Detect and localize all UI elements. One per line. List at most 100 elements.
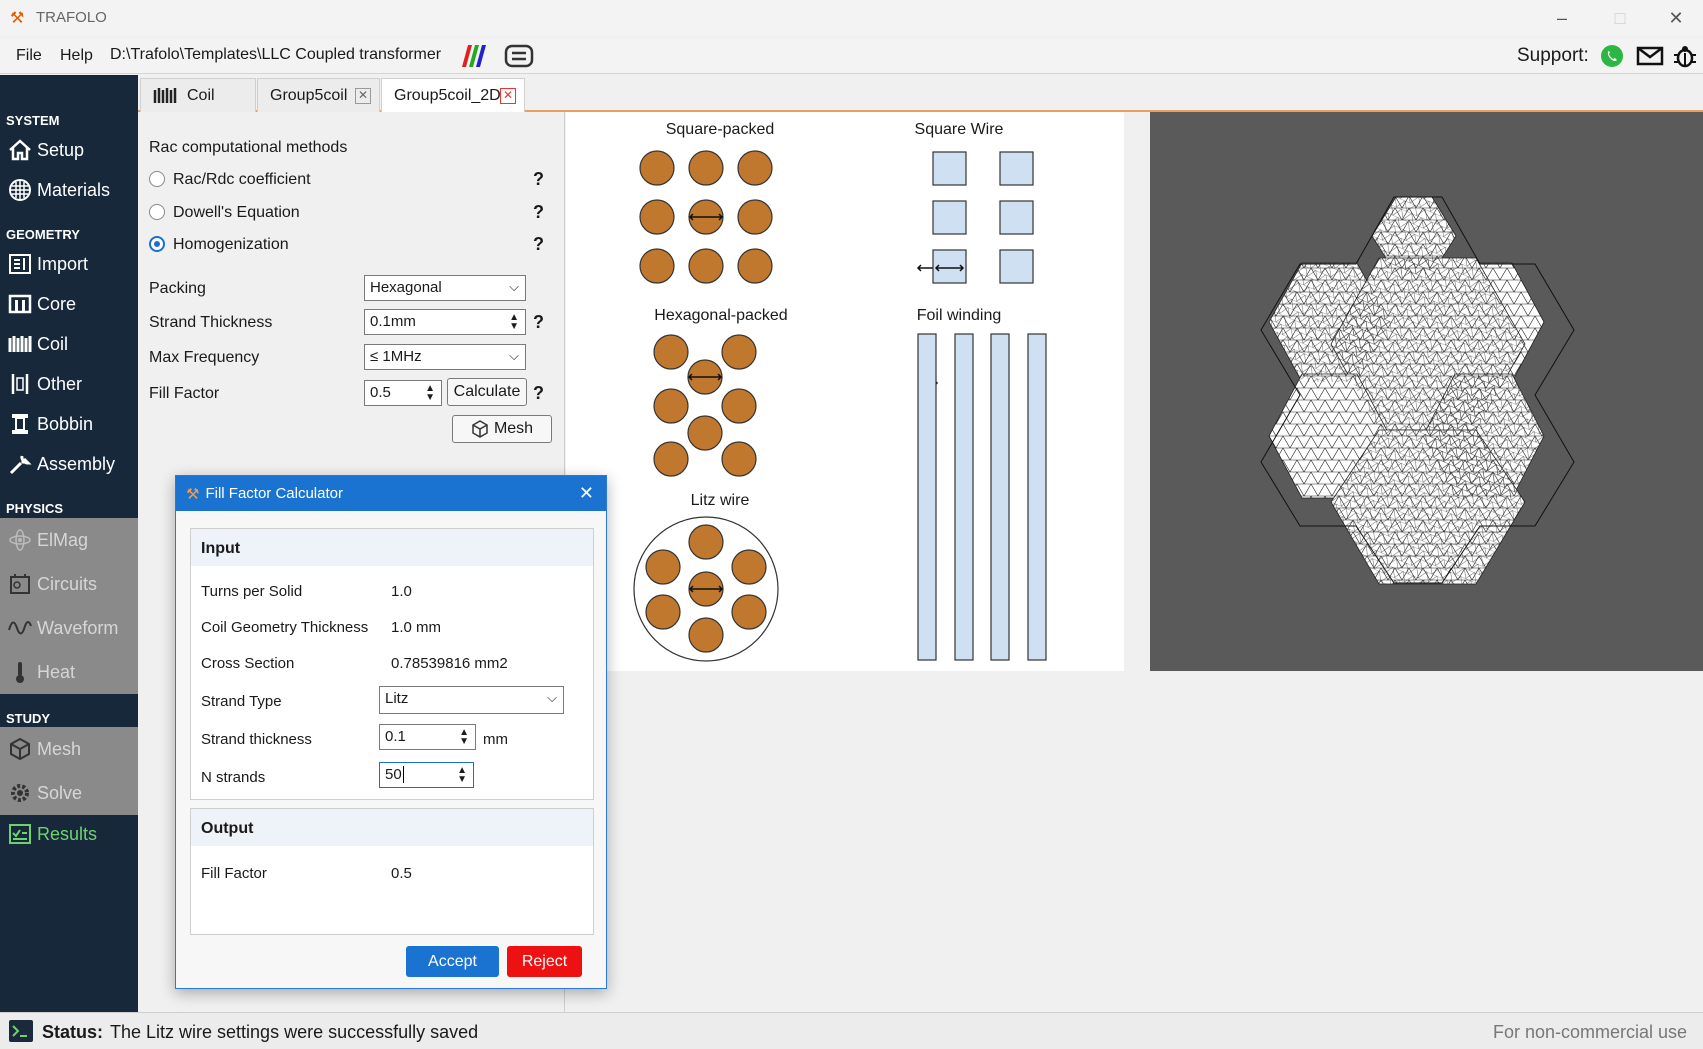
mesh-preview — [1150, 112, 1703, 671]
bug-icon[interactable] — [1672, 43, 1698, 69]
rgb-stripes-icon[interactable] — [458, 43, 490, 69]
section-geometry: GEOMETRY — [6, 227, 80, 242]
max-frequency-select[interactable]: ≤ 1MHz ⌵ — [364, 344, 526, 370]
title-bar: ⚒ TRAFOLO – □ ✕ — [0, 0, 1703, 36]
sidebar-label: Results — [37, 823, 98, 844]
sidebar-label: Other — [37, 373, 83, 394]
close-tab-icon[interactable]: ✕ — [500, 88, 516, 104]
tab-coil[interactable]: Coil — [140, 78, 256, 112]
sidebar-item-results[interactable]: Results — [0, 815, 138, 853]
tab-bar: Coil Group5coil ✕ Group5coil_2D ✕ — [138, 75, 1703, 112]
accept-button[interactable]: Accept — [406, 946, 499, 977]
sidebar-item-other[interactable]: Other — [0, 364, 138, 404]
spin-value: 50 — [385, 766, 402, 783]
help-icon[interactable]: ? — [533, 202, 544, 223]
minimize-button[interactable]: – — [1542, 4, 1582, 32]
sidebar-label: ElMag — [37, 529, 89, 550]
support-label: Support: — [1517, 45, 1589, 66]
sidebar-item-waveform[interactable]: Waveform — [0, 606, 138, 650]
sidebar-label: Coil — [37, 333, 69, 354]
results-icon — [7, 821, 33, 847]
bobbin-icon — [7, 411, 33, 437]
cube-icon — [472, 420, 488, 438]
fill-factor-label: Fill Factor — [149, 385, 220, 402]
close-window-button[interactable]: ✕ — [1656, 4, 1696, 32]
sidebar-label: Assembly — [37, 453, 116, 474]
sidebar-item-bobbin[interactable]: Bobbin — [0, 404, 138, 444]
calculate-button[interactable]: Calculate — [447, 378, 527, 406]
sidebar-label: Materials — [37, 179, 111, 200]
radio-homogenization[interactable] — [149, 236, 165, 252]
solver-logo-icon[interactable] — [504, 44, 534, 68]
spin-arrows-icon[interactable]: ▲ ▼ — [509, 313, 519, 332]
fill-factor-spinbox[interactable]: 0.5 ▲ ▼ — [364, 380, 442, 406]
rac-methods-title: Rac computational methods — [149, 139, 348, 156]
menu-bar: File Help D:\Trafolo\Templates\LLC Coupl… — [0, 38, 1703, 74]
section-system: SYSTEM — [6, 113, 60, 128]
radio-rac-coefficient[interactable] — [149, 171, 165, 187]
spin-arrows-icon[interactable]: ▲ ▼ — [457, 766, 467, 785]
turns-label: Turns per Solid — [201, 583, 303, 600]
strand-thickness-label: Strand thickness — [201, 731, 312, 748]
close-tab-icon[interactable]: ✕ — [355, 88, 371, 104]
radio-dowell[interactable] — [149, 204, 165, 220]
output-fill-factor-value: 0.5 — [391, 865, 412, 882]
strand-thickness-spinbox[interactable]: 0.1 ▲ ▼ — [379, 724, 476, 750]
grid-icon — [7, 177, 33, 203]
spin-value: 0.5 — [370, 384, 391, 401]
chevron-down-icon: ⌵ — [547, 690, 557, 705]
n-strands-spinbox[interactable]: 50 ▲ ▼ — [379, 762, 474, 788]
sidebar-item-mesh[interactable]: Mesh — [0, 727, 138, 771]
sidebar-item-setup[interactable]: Setup — [0, 130, 138, 170]
close-dialog-button[interactable]: ✕ — [579, 483, 594, 504]
sidebar-label: Waveform — [37, 617, 119, 638]
status-message: The Litz wire settings were successfully… — [110, 1022, 479, 1042]
sidebar-item-heat[interactable]: Heat — [0, 650, 138, 694]
geometry-thickness-label: Coil Geometry Thickness — [201, 619, 369, 636]
section-physics: PHYSICS — [6, 501, 64, 516]
app-logo-icon: ⚒ — [186, 485, 200, 503]
menu-file[interactable]: File — [16, 47, 42, 65]
help-icon[interactable]: ? — [533, 169, 544, 190]
sidebar-item-core[interactable]: Core — [0, 284, 138, 324]
square-wire-shapes — [917, 151, 1047, 661]
sidebar-item-solve[interactable]: Solve — [0, 771, 138, 815]
spin-value: 0.1mm — [370, 313, 416, 330]
output-header: Output — [191, 809, 593, 846]
reject-button[interactable]: Reject — [507, 946, 582, 977]
sidebar-label: Setup — [37, 139, 85, 160]
packing-select[interactable]: Hexagonal ⌵ — [364, 275, 526, 301]
help-icon[interactable]: ? — [533, 383, 544, 404]
strand-type-select[interactable]: Litz ⌵ — [379, 686, 564, 714]
help-icon[interactable]: ? — [533, 234, 544, 255]
gear-icon — [7, 780, 33, 806]
sidebar-item-coil[interactable]: Coil — [0, 324, 138, 364]
maximize-button[interactable]: □ — [1600, 4, 1640, 32]
sidebar-item-assembly[interactable]: Assembly — [0, 444, 138, 484]
sidebar-item-elmag[interactable]: ElMag — [0, 518, 138, 562]
sidebar-label: Mesh — [37, 738, 82, 759]
tab-label: Coil — [187, 86, 215, 104]
core-icon — [7, 291, 33, 317]
menu-help[interactable]: Help — [60, 47, 93, 65]
import-icon — [7, 251, 33, 277]
sidebar-item-import[interactable]: Import — [0, 244, 138, 284]
sidebar-item-circuits[interactable]: Circuits — [0, 562, 138, 606]
select-value: Litz — [385, 690, 409, 707]
spin-arrows-icon[interactable]: ▲ ▼ — [459, 728, 469, 747]
tab-group5coil[interactable]: Group5coil ✕ — [257, 78, 380, 112]
help-icon[interactable]: ? — [533, 312, 544, 333]
mail-icon[interactable] — [1636, 45, 1664, 67]
tab-group5coil-2d[interactable]: Group5coil_2D ✕ — [381, 78, 525, 112]
spin-arrows-icon[interactable]: ▲ ▼ — [425, 384, 435, 403]
strand-thickness-spinbox[interactable]: 0.1mm ▲ ▼ — [364, 309, 526, 335]
strand-thickness-unit: mm — [483, 731, 508, 748]
strand-type-label: Strand Type — [201, 693, 282, 710]
hexagon-mesh-drawing — [1260, 196, 1575, 585]
wrench-icon — [7, 451, 33, 477]
spin-value: 0.1 — [385, 728, 406, 745]
whatsapp-icon[interactable] — [1600, 44, 1624, 68]
sidebar-item-materials[interactable]: Materials — [0, 170, 138, 210]
app-logo-icon: ⚒ — [10, 10, 25, 27]
mesh-button[interactable]: Mesh — [452, 415, 552, 443]
